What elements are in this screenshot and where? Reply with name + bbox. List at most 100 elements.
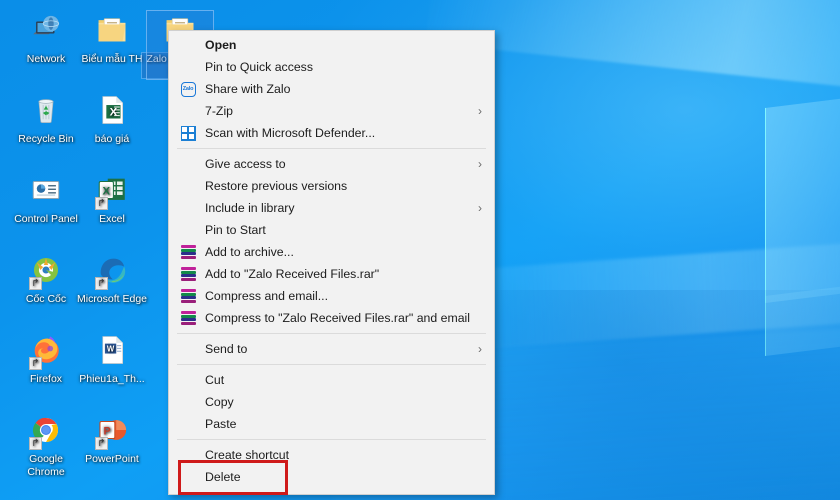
menu-item-icon-placeholder: [177, 103, 199, 119]
wallpaper-window-pane-upper: [765, 92, 840, 303]
desktop[interactable]: NetworkBiểu mẫu THZalo Received FilesRec…: [0, 0, 840, 500]
desktop-icon-control-panel[interactable]: Control Panel: [8, 168, 84, 226]
menu-item-create-shortcut[interactable]: Create shortcut: [169, 444, 494, 466]
menu-item-label: Compress to "Zalo Received Files.rar" an…: [205, 311, 471, 325]
desktop-icon-label: Biểu mẫu TH: [81, 53, 143, 65]
menu-item-icon-placeholder: [177, 200, 199, 216]
desktop-icon-microsoft-edge[interactable]: ↱ Microsoft Edge: [74, 248, 150, 306]
desktop-icon-bao-gia[interactable]: Xbáo giá: [74, 88, 150, 146]
chevron-right-icon: ›: [478, 201, 482, 215]
menu-item-restore-previous-versions[interactable]: Restore previous versions: [169, 175, 494, 197]
desktop-icon-label: Excel: [99, 213, 125, 225]
desktop-icon-coc-coc[interactable]: ↱ Cốc Cốc: [8, 248, 84, 306]
menu-item-label: Add to archive...: [205, 245, 294, 259]
menu-item-pin-to-start[interactable]: Pin to Start: [169, 219, 494, 241]
desktop-icon-bieu-mau-th[interactable]: Biểu mẫu TH: [74, 8, 150, 66]
menu-item-icon-placeholder: [177, 59, 199, 75]
menu-item-label: Send to: [205, 342, 248, 356]
menu-item-label: Cut: [205, 373, 225, 387]
menu-item-scan-with-microsoft-defender[interactable]: Scan with Microsoft Defender...: [169, 122, 494, 144]
menu-item-compress-to-zalo-received-files-[interactable]: Compress to "Zalo Received Files.rar" an…: [169, 307, 494, 329]
recycle-bin-icon: [8, 88, 84, 130]
excel-app-icon: X ↱: [74, 168, 150, 210]
menu-item-label: Pin to Quick access: [205, 60, 313, 74]
desktop-icon-label: Microsoft Edge: [76, 293, 148, 305]
context-menu[interactable]: Open Pin to Quick access Zalo Share with Za…: [168, 30, 495, 495]
desktop-icon-google-chrome[interactable]: ↱ Google Chrome: [8, 408, 84, 478]
menu-item-rename[interactable]: Rename: [169, 488, 494, 494]
menu-item-send-to[interactable]: Send to ›: [169, 338, 494, 360]
defender-icon: [177, 125, 199, 141]
desktop-icon-network[interactable]: Network: [8, 8, 84, 66]
desktop-icon-label: Recycle Bin: [18, 133, 74, 145]
menu-item-label: Copy: [205, 395, 234, 409]
menu-item-share-with-zalo[interactable]: Zalo Share with Zalo: [169, 78, 494, 100]
shortcut-arrow-icon: ↱: [95, 277, 108, 290]
menu-separator: [177, 148, 486, 149]
firefox-icon: ↱: [8, 328, 84, 370]
svg-text:X: X: [103, 185, 111, 197]
coccoc-icon: ↱: [8, 248, 84, 290]
menu-item-give-access-to[interactable]: Give access to ›: [169, 153, 494, 175]
menu-item-copy[interactable]: Copy: [169, 391, 494, 413]
menu-item-label: Restore previous versions: [205, 179, 348, 193]
network-icon: [8, 8, 84, 50]
menu-item-icon-placeholder: [177, 416, 199, 432]
menu-item-label: Rename: [199, 492, 251, 494]
menu-item-label: Compress and email...: [205, 289, 329, 303]
winrar-icon: [177, 244, 199, 260]
chevron-right-icon: ›: [478, 342, 482, 356]
shortcut-arrow-icon: ↱: [29, 357, 42, 370]
wallpaper-corner-shade: [480, 290, 840, 500]
desktop-icon-label: Control Panel: [14, 213, 78, 225]
menu-item-icon-placeholder: [177, 394, 199, 410]
menu-item-label: Pin to Start: [205, 223, 266, 237]
shortcut-arrow-icon: ↱: [29, 437, 42, 450]
shortcut-arrow-icon: ↱: [95, 437, 108, 450]
menu-item-delete[interactable]: Delete: [169, 466, 494, 488]
menu-item-label: Give access to: [205, 157, 286, 171]
desktop-icon-phieu1a-th[interactable]: W Phieu1a_Th...: [74, 328, 150, 386]
menu-item-add-to-zalo-received-files-rar[interactable]: Add to "Zalo Received Files.rar": [169, 263, 494, 285]
winrar-icon: [177, 310, 199, 326]
desktop-icon-label: Phieu1a_Th...: [79, 373, 145, 385]
menu-item-include-in-library[interactable]: Include in library ›: [169, 197, 494, 219]
menu-item-label: Create shortcut: [205, 448, 290, 462]
menu-item-open[interactable]: Open: [169, 34, 494, 56]
desktop-icon-powerpoint[interactable]: P ↱ PowerPoint: [74, 408, 150, 466]
menu-item-pin-to-quick-access[interactable]: Pin to Quick access: [169, 56, 494, 78]
menu-item-cut[interactable]: Cut: [169, 369, 494, 391]
menu-item-label: 7-Zip: [205, 104, 234, 118]
winrar-icon: [177, 266, 199, 282]
menu-item-icon-placeholder: [177, 222, 199, 238]
menu-item-icon-placeholder: [177, 341, 199, 357]
desktop-icon-label: PowerPoint: [85, 453, 139, 465]
menu-item-icon-placeholder: [177, 447, 199, 463]
menu-separator: [177, 333, 486, 334]
menu-item-paste[interactable]: Paste: [169, 413, 494, 435]
menu-item-icon-placeholder: [177, 469, 199, 485]
chevron-right-icon: ›: [478, 104, 482, 118]
menu-item-label: Share with Zalo: [205, 82, 291, 96]
folder-icon: [74, 8, 150, 50]
winrar-icon: [177, 288, 199, 304]
desktop-icon-label: Cốc Cốc: [25, 293, 67, 305]
svg-text:P: P: [104, 425, 111, 437]
zalo-icon: Zalo: [177, 81, 199, 97]
chevron-right-icon: ›: [478, 157, 482, 171]
desktop-icon-recycle-bin[interactable]: Recycle Bin: [8, 88, 84, 146]
desktop-icon-label: Network: [26, 53, 66, 65]
menu-item-icon-placeholder: [177, 491, 199, 494]
menu-item-label: Delete: [205, 470, 241, 484]
shortcut-arrow-icon: ↱: [29, 277, 42, 290]
chrome-icon: ↱: [8, 408, 84, 450]
menu-item-7-zip[interactable]: 7-Zip ›: [169, 100, 494, 122]
desktop-icon-firefox[interactable]: ↱ Firefox: [8, 328, 84, 386]
menu-item-label: Open: [205, 38, 237, 52]
menu-item-add-to-archive[interactable]: Add to archive...: [169, 241, 494, 263]
desktop-icon-excel[interactable]: X ↱ Excel: [74, 168, 150, 226]
menu-item-label: Include in library: [205, 201, 295, 215]
edge-icon: ↱: [74, 248, 150, 290]
menu-item-icon-placeholder: [177, 178, 199, 194]
menu-item-compress-and-email[interactable]: Compress and email...: [169, 285, 494, 307]
